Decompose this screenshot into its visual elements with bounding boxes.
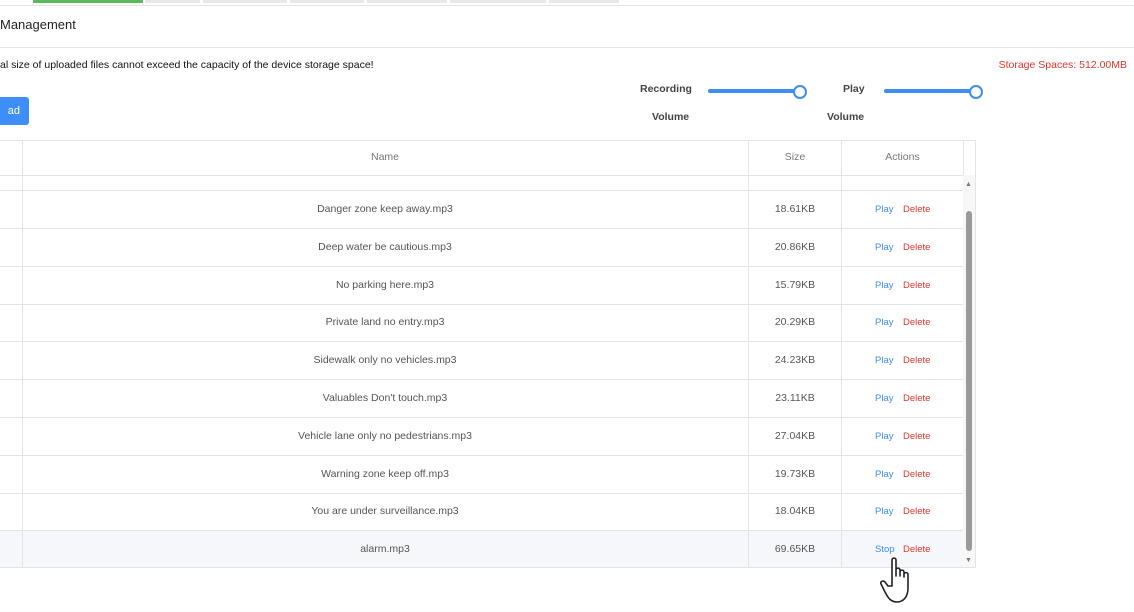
file-name: Warning zone keep off.mp3 <box>321 467 449 480</box>
file-size: 24.23KB <box>774 354 816 367</box>
file-name: No parking here.mp3 <box>335 278 435 291</box>
file-name: Deep water be cautious.mp3 <box>318 240 452 253</box>
play-button[interactable]: Play <box>875 380 893 417</box>
file-size: 69.65KB <box>774 543 816 556</box>
play-volume-label: Play <box>843 83 865 95</box>
file-name: alarm.mp3 <box>360 543 410 556</box>
delete-button[interactable]: Delete <box>903 267 930 304</box>
column-divider <box>841 141 842 567</box>
play-button[interactable]: Play <box>875 456 893 493</box>
tab[interactable] <box>367 0 447 3</box>
table-row: alarm.mp3 69.65KB Stop Delete <box>0 531 963 567</box>
table-row: Vehicle lane only no pedestrians.mp3 27.0… <box>0 418 963 456</box>
column-divider <box>963 141 964 175</box>
scroll-down-icon[interactable]: ▼ <box>965 557 972 564</box>
table-row: You are under surveillance.mp3 18.04KB Pla… <box>0 493 963 532</box>
file-size: 19.73KB <box>774 467 816 480</box>
divider <box>0 47 1134 48</box>
hand-pointer-icon <box>880 557 909 603</box>
delete-button[interactable]: Delete <box>903 342 930 379</box>
slider-handle[interactable] <box>793 85 807 99</box>
play-button[interactable]: Play <box>875 191 893 228</box>
recording-volume-slider[interactable] <box>708 85 808 99</box>
play-button[interactable]: Play <box>875 418 893 455</box>
upload-button[interactable]: ad <box>0 97 29 125</box>
table-row: Warning zone keep off.mp3 19.73KB Play Dele… <box>0 456 963 494</box>
slider-handle[interactable] <box>969 85 983 99</box>
file-table: Name Size Actions Danger zone keep away.… <box>0 140 976 568</box>
delete-button[interactable]: Delete <box>903 229 930 266</box>
scrollbar-thumb[interactable] <box>966 211 972 551</box>
column-divider <box>22 141 23 567</box>
storage-spaces: Storage Spaces: 512.00MB <box>998 59 1127 71</box>
delete-button[interactable]: Delete <box>903 304 930 341</box>
play-volume-slider[interactable] <box>884 85 984 99</box>
tab[interactable] <box>450 0 546 3</box>
slider-track <box>884 89 976 93</box>
file-size: 27.04KB <box>774 429 816 442</box>
file-size: 20.29KB <box>774 316 816 329</box>
play-button[interactable]: Play <box>875 342 893 379</box>
file-size: 18.61KB <box>774 203 816 215</box>
play-button[interactable]: Play <box>875 229 893 266</box>
table-row: No parking here.mp3 15.79KB Play Delete <box>0 267 963 305</box>
file-size: 23.11KB <box>775 392 815 404</box>
table-row: Valuables Don't touch.mp3 23.11KB Play Dele… <box>0 380 963 418</box>
column-header-actions: Actions <box>885 151 920 163</box>
file-name: Danger zone keep away.mp3 <box>317 203 453 215</box>
table-row: Deep water be cautious.mp3 20.86KB Play Del… <box>0 229 963 267</box>
file-name: Valuables Don't touch.mp3 <box>322 392 448 404</box>
top-tab-bar <box>0 0 1134 6</box>
delete-button[interactable]: Delete <box>903 380 930 417</box>
table-row-partial <box>0 175 963 191</box>
tab[interactable] <box>203 0 287 3</box>
recording-volume-label: Recording <box>640 83 692 95</box>
play-button[interactable]: Play <box>875 267 893 304</box>
file-name: Sidewalk only no vehicles.mp3 <box>313 354 457 367</box>
tab-active[interactable] <box>33 0 143 3</box>
column-header-name[interactable]: Name <box>22 141 748 175</box>
file-name: You are under surveillance.mp3 <box>311 505 459 518</box>
play-button[interactable]: Play <box>875 304 893 341</box>
delete-button[interactable]: Delete <box>903 493 930 530</box>
scroll-up-icon[interactable]: ▲ <box>965 181 972 188</box>
delete-button[interactable]: Delete <box>903 456 930 493</box>
upload-notice: al size of uploaded files cannot exceed … <box>0 59 374 71</box>
tab[interactable] <box>290 0 364 3</box>
slider-track <box>708 89 800 93</box>
table-row: Sidewalk only no vehicles.mp3 24.23KB Play… <box>0 342 963 381</box>
delete-button[interactable]: Delete <box>903 418 930 455</box>
column-header-size[interactable]: Size <box>749 141 841 175</box>
page-title: Management <box>0 17 76 32</box>
play-volume-label-2: Volume <box>827 111 865 123</box>
table-row: Danger zone keep away.mp3 18.61KB Play Dele… <box>0 191 963 229</box>
play-button[interactable]: Play <box>875 493 893 530</box>
tab[interactable] <box>549 0 619 3</box>
delete-button[interactable]: Delete <box>903 191 930 228</box>
file-name: Vehicle lane only no pedestrians.mp3 <box>298 429 472 442</box>
recording-volume-label-2: Volume <box>652 111 690 123</box>
file-size: 15.79KB <box>774 278 816 291</box>
file-name: Private land no entry.mp3 <box>325 316 445 329</box>
table-row: Private land no entry.mp3 20.29KB Play Dele… <box>0 304 963 343</box>
table-header: Name Size Actions <box>0 141 975 176</box>
column-divider <box>748 141 749 567</box>
file-size: 20.86KB <box>774 240 816 253</box>
tab[interactable] <box>145 0 200 3</box>
file-size: 18.04KB <box>774 505 816 518</box>
table-scrollbar[interactable]: ▲ ▼ <box>963 175 975 567</box>
